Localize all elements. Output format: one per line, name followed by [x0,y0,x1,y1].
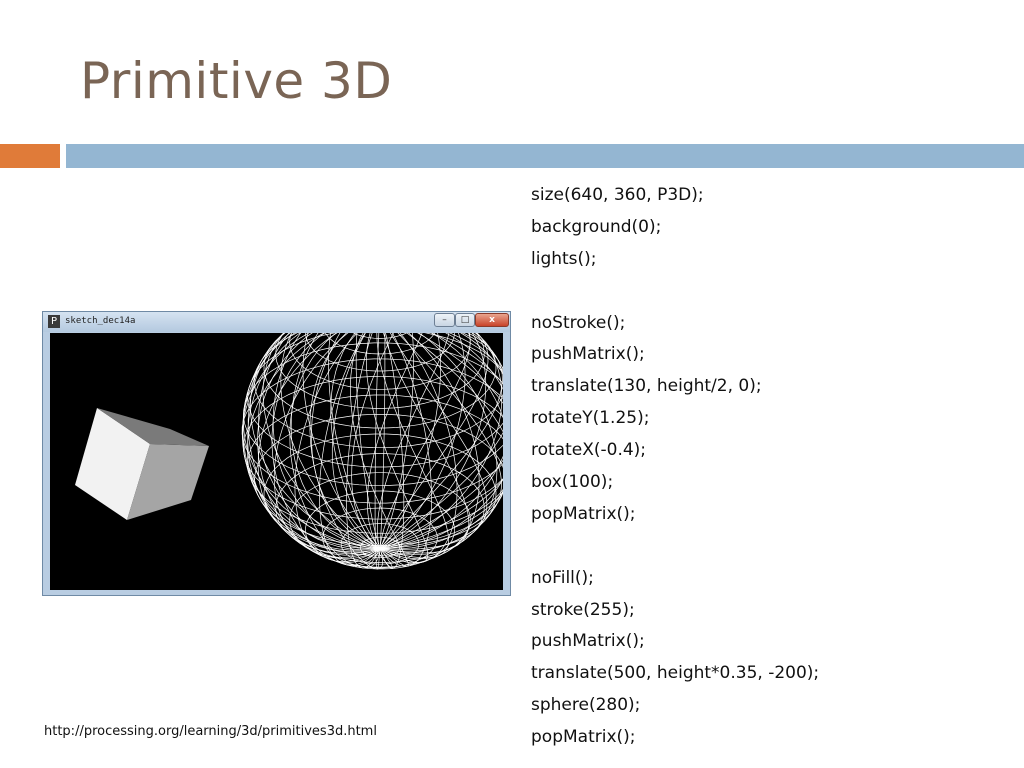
render-scene [75,333,503,570]
code-line: pushMatrix(); [531,631,645,652]
wire-sphere [241,333,503,570]
accent-bar-blue [66,144,1024,168]
code-line: popMatrix(); [531,503,636,524]
code-line: noFill(); [531,567,594,588]
source-link[interactable]: http://processing.org/learning/3d/primit… [44,724,377,739]
code-line: pushMatrix(); [531,344,645,365]
code-line: noStroke(); [531,312,626,333]
code-line: popMatrix(); [531,727,636,748]
slide-title: Primitive 3D [80,52,393,110]
processing-app-icon: P [48,315,60,328]
code-line: translate(130, height/2, 0); [531,376,762,397]
maximize-button[interactable]: □ [455,313,475,327]
sketch-canvas [50,333,503,590]
code-line: rotateX(-0.4); [531,440,647,461]
code-line: rotateY(1.25); [531,408,650,429]
code-listing: size(640, 360, P3D); background(0); lights… [531,181,819,755]
cube-shape [75,408,209,520]
code-line: size(640, 360, P3D); [531,185,704,205]
window-titlebar[interactable]: P sketch_dec14a – □ x [43,312,510,332]
close-button[interactable]: x [475,313,509,327]
minimize-button[interactable]: – [434,313,455,327]
code-line: stroke(255); [531,599,635,620]
accent-bar-orange [0,144,60,168]
code-line: sphere(280); [531,695,641,716]
sketch-window: P sketch_dec14a – □ x [42,311,511,596]
code-line: translate(500, height*0.35, -200); [531,663,820,684]
code-line: background(0); [531,216,662,237]
code-line: lights(); [531,248,597,269]
code-line: box(100); [531,472,614,493]
window-title: sketch_dec14a [65,316,136,326]
